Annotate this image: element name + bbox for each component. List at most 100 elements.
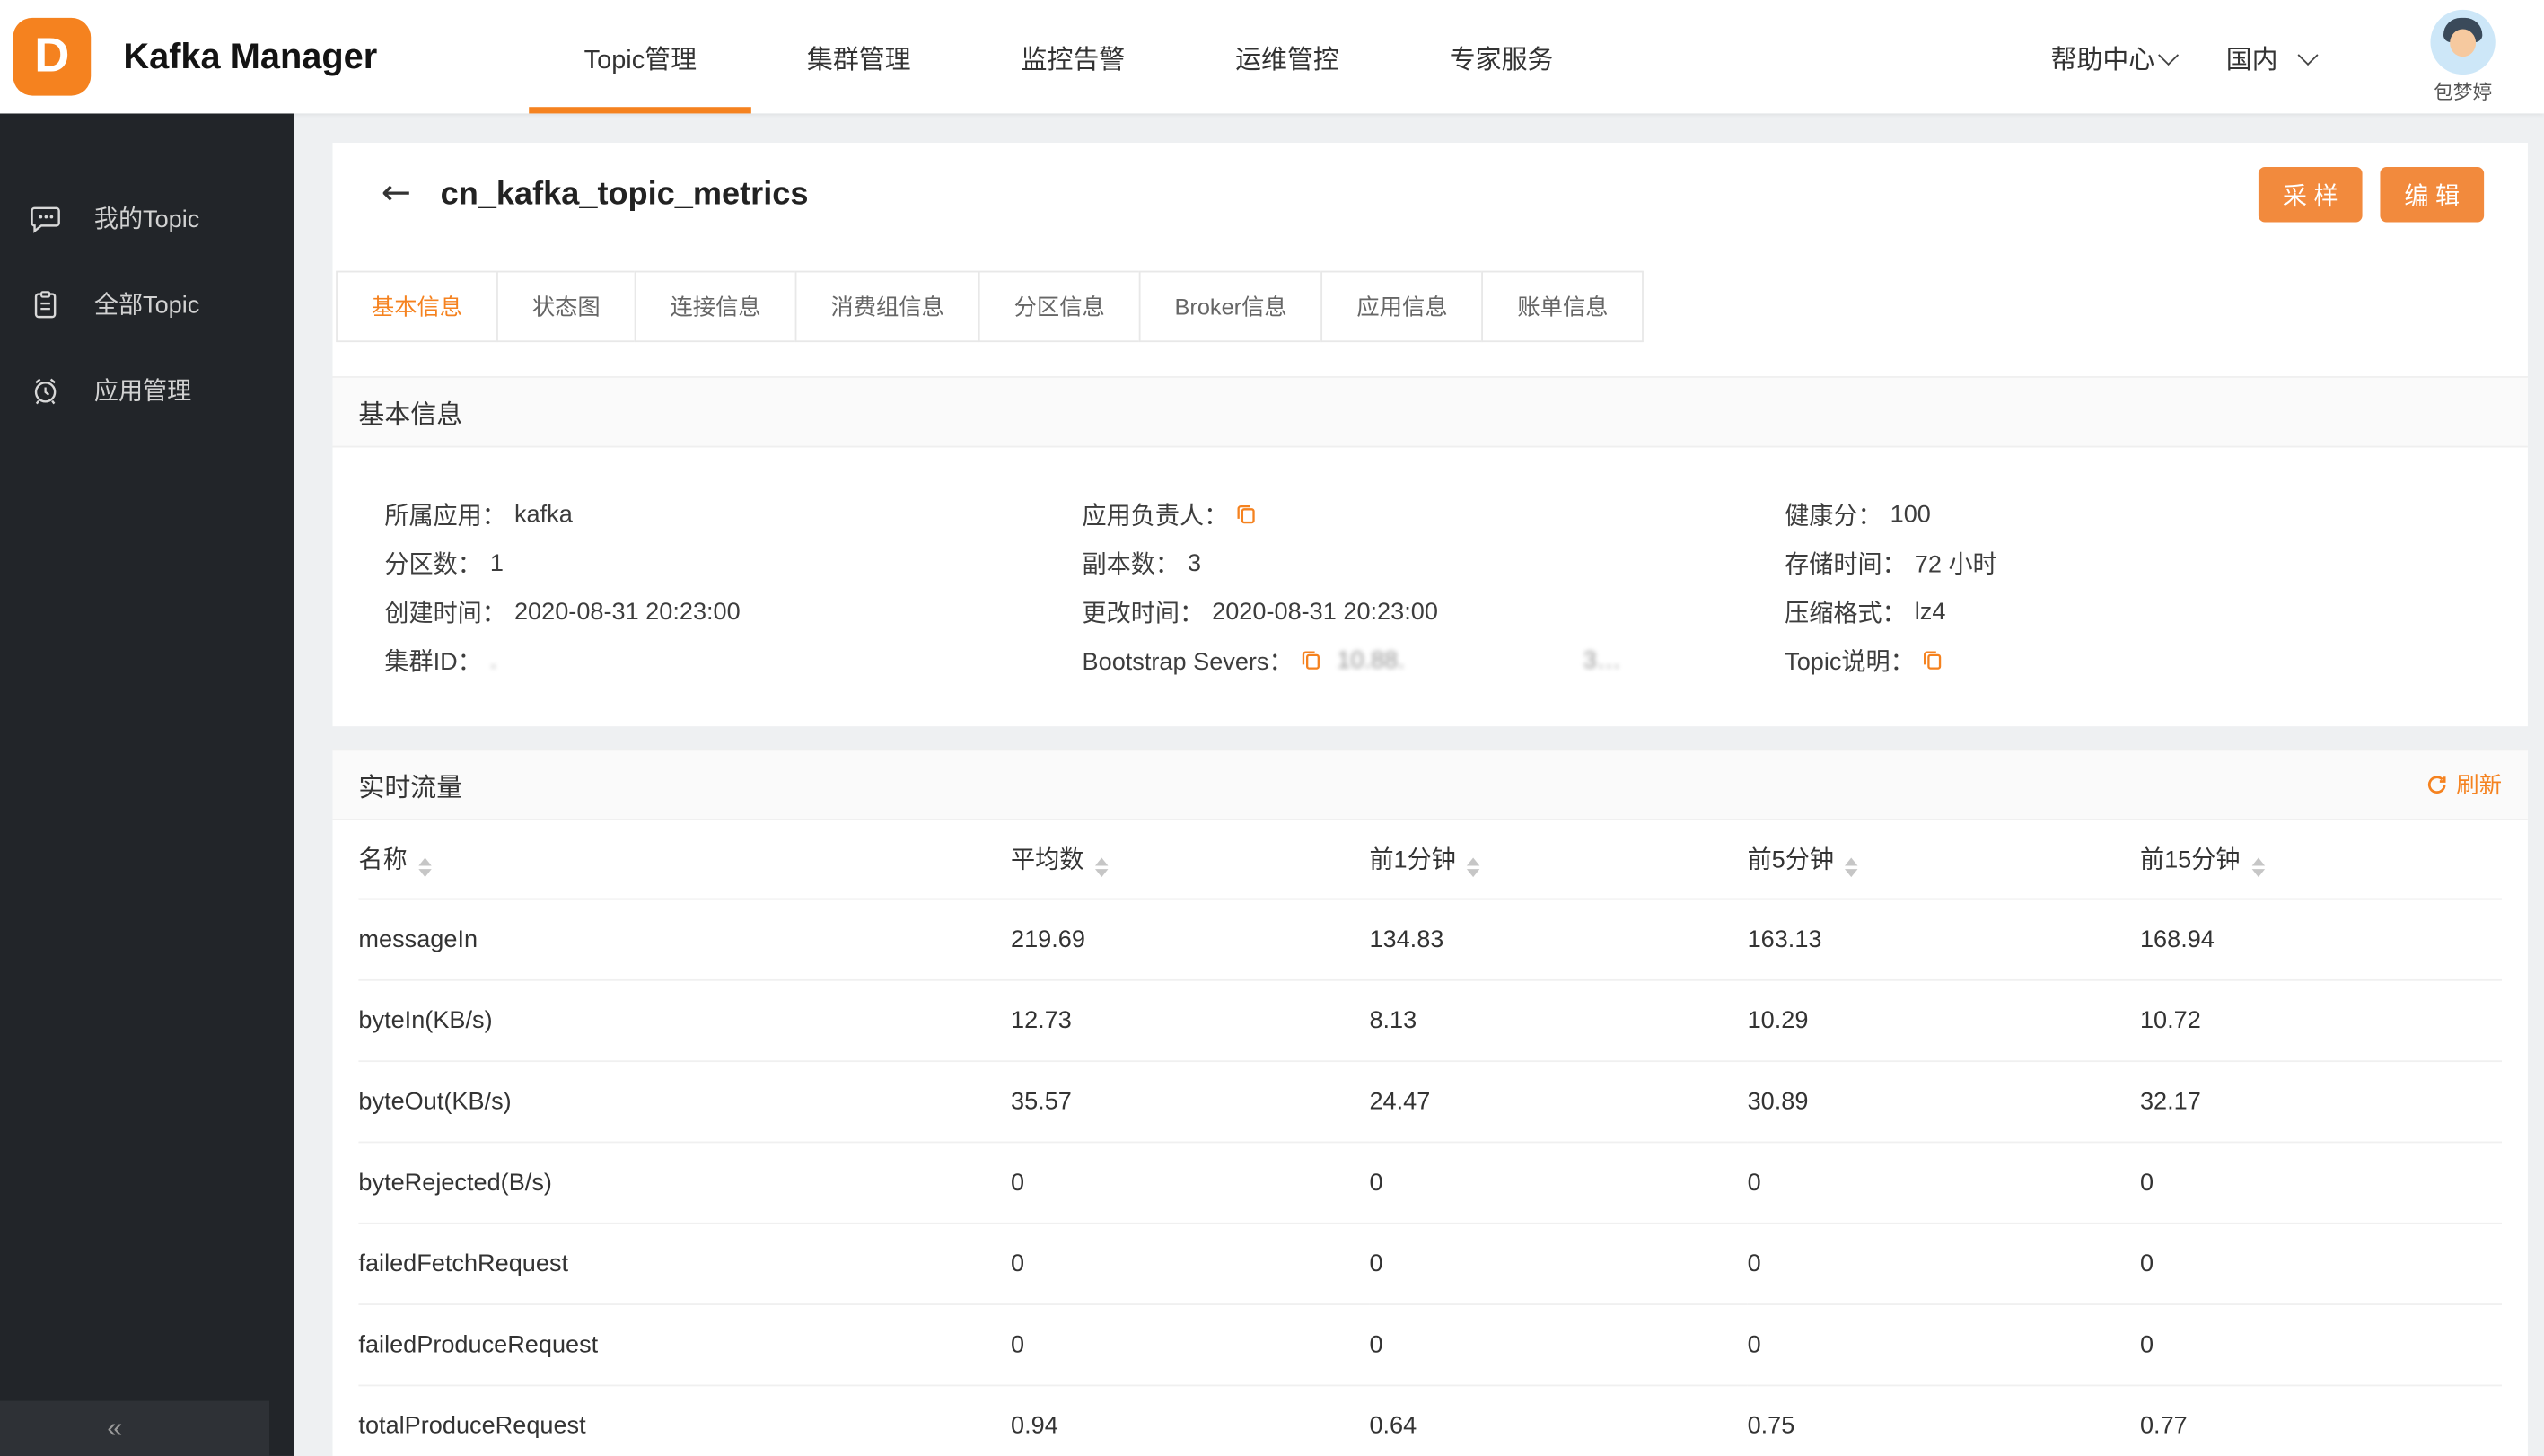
m5-cell: 163.13 bbox=[1747, 898, 2140, 980]
avg-cell: 0 bbox=[1011, 1222, 1370, 1305]
copy-icon[interactable] bbox=[1921, 648, 1943, 671]
help-center-label: 帮助中心 bbox=[2050, 47, 2155, 75]
tab-consumer-group-info[interactable]: 消费组信息 bbox=[794, 270, 980, 343]
brand-logo[interactable]: D bbox=[13, 17, 92, 96]
tab-connection-info[interactable]: 连接信息 bbox=[634, 270, 797, 343]
sort-icon bbox=[1467, 857, 1480, 877]
table-row: totalProduceRequest 0.94 0.64 0.75 0.77 bbox=[358, 1384, 2503, 1456]
avg-cell: 0.94 bbox=[1011, 1384, 1370, 1456]
table-row: byteOut(KB/s) 35.57 24.47 30.89 32.17 bbox=[358, 1060, 2503, 1143]
avg-cell: 35.57 bbox=[1011, 1060, 1370, 1143]
table-row: messageIn 219.69 134.83 163.13 168.94 bbox=[358, 898, 2503, 980]
tab-label: 消费组信息 bbox=[830, 293, 944, 320]
name-cell: byteOut(KB/s) bbox=[358, 1060, 1012, 1143]
collapse-chevrons-icon: « bbox=[107, 1412, 123, 1443]
realtime-traffic-section-header: 实时流量 刷新 bbox=[332, 749, 2528, 820]
name-cell: byteRejected(B/s) bbox=[358, 1141, 1012, 1224]
avatar[interactable] bbox=[2430, 9, 2496, 75]
table-row: failedProduceRequest 0 0 0 0 bbox=[358, 1303, 2503, 1386]
chevron-down-icon bbox=[2158, 44, 2180, 66]
tab-label: 分区信息 bbox=[1013, 293, 1105, 320]
tab-label: 连接信息 bbox=[670, 293, 761, 320]
m5-cell: 30.89 bbox=[1747, 1060, 2140, 1143]
nav-monitor-alert[interactable]: 监控告警 bbox=[966, 0, 1180, 113]
field-retention-time: 存储时间： 72 小时 bbox=[1785, 550, 1997, 578]
field-modify-time: 更改时间： 2020-08-31 20:23:00 bbox=[1082, 597, 1438, 627]
tab-label: 状态图 bbox=[531, 293, 601, 320]
sidebar-item-my-topic[interactable]: 我的Topic bbox=[0, 175, 294, 261]
sort-icon bbox=[418, 857, 432, 877]
col-header-last-5min[interactable]: 前5分钟 bbox=[1747, 820, 2140, 899]
m1-cell: 8.13 bbox=[1369, 978, 1748, 1062]
table-row: failedFetchRequest 0 0 0 0 bbox=[358, 1222, 2503, 1305]
field-compression-format: 压缩格式： lz4 bbox=[1785, 597, 1946, 627]
col-header-last-1min[interactable]: 前1分钟 bbox=[1369, 820, 1748, 899]
sort-icon bbox=[1095, 857, 1109, 877]
name-cell: totalProduceRequest bbox=[358, 1384, 1012, 1456]
tab-app-info[interactable]: 应用信息 bbox=[1320, 270, 1484, 343]
sidebar-item-label: 全部Topic bbox=[93, 292, 200, 320]
avg-cell: 0 bbox=[1011, 1303, 1370, 1386]
col-header-last-15min[interactable]: 前15分钟 bbox=[2139, 820, 2503, 899]
basic-info-section-header: 基本信息 bbox=[332, 376, 2528, 448]
sidebar-collapse-button[interactable]: « bbox=[0, 1400, 270, 1456]
section-title: 基本信息 bbox=[358, 401, 463, 430]
nav-label: Topic管理 bbox=[583, 47, 697, 75]
sidebar: 我的Topic 全部Topic 应用管理 « bbox=[0, 113, 294, 1456]
nav-topic-management[interactable]: Topic管理 bbox=[529, 0, 753, 114]
page-title-row: ← cn_kafka_topic_metrics 采 样 编 辑 bbox=[333, 143, 2528, 247]
m15-cell: 168.94 bbox=[2139, 898, 2503, 980]
back-button[interactable]: ← bbox=[382, 176, 411, 213]
field-health-score: 健康分： 100 bbox=[1785, 500, 1931, 530]
field-bootstrap-servers: Bootstrap Severs： 10.88. 3… bbox=[1082, 645, 1621, 676]
page-title: cn_kafka_topic_metrics bbox=[440, 175, 809, 212]
tab-bill-info[interactable]: 账单信息 bbox=[1481, 270, 1645, 343]
info-row: 创建时间： 2020-08-31 20:23:00 更改时间： 2020-08-… bbox=[384, 587, 2502, 636]
copy-icon[interactable] bbox=[1234, 503, 1257, 525]
copy-icon[interactable] bbox=[1300, 648, 1322, 671]
field-create-time: 创建时间： 2020-08-31 20:23:00 bbox=[384, 597, 741, 627]
app-title: Kafka Manager bbox=[123, 35, 378, 76]
tab-basic-info[interactable]: 基本信息 bbox=[336, 270, 498, 343]
help-center-menu[interactable]: 帮助中心 bbox=[2050, 0, 2180, 113]
tab-status-chart[interactable]: 状态图 bbox=[496, 270, 636, 343]
chevron-down-icon bbox=[2297, 44, 2319, 66]
m1-cell: 0 bbox=[1369, 1222, 1748, 1305]
avg-cell: 12.73 bbox=[1011, 978, 1370, 1062]
m1-cell: 0 bbox=[1369, 1141, 1748, 1224]
table-row: byteIn(KB/s) 12.73 8.13 10.29 10.72 bbox=[358, 978, 2503, 1062]
m1-cell: 0 bbox=[1369, 1303, 1748, 1386]
realtime-traffic-card: 实时流量 刷新 名称 平均数 前1分钟 前5分钟 前15分钟 messageIn… bbox=[332, 749, 2528, 1456]
field-partition-count: 分区数： 1 bbox=[384, 548, 504, 578]
info-row: 集群ID： . Bootstrap Severs： 10.88. 3… Topi… bbox=[384, 636, 2502, 684]
info-row: 分区数： 1 副本数： 3 存储时间： 72 小时 bbox=[384, 539, 2502, 587]
nav-ops-control[interactable]: 运维管控 bbox=[1180, 0, 1395, 113]
name-cell: byteIn(KB/s) bbox=[358, 978, 1012, 1062]
tab-label: 账单信息 bbox=[1517, 293, 1609, 320]
sidebar-item-app-management[interactable]: 应用管理 bbox=[0, 347, 294, 434]
field-app-owner: 应用负责人： bbox=[1083, 497, 1785, 531]
sidebar-item-all-topic[interactable]: 全部Topic bbox=[0, 261, 294, 347]
field-owning-app: 所属应用： kafka bbox=[384, 500, 573, 530]
region-menu[interactable]: 国内 bbox=[2226, 0, 2319, 113]
sample-button[interactable]: 采 样 bbox=[2258, 167, 2363, 223]
tab-partition-info[interactable]: 分区信息 bbox=[978, 270, 1141, 343]
tab-broker-info[interactable]: Broker信息 bbox=[1138, 270, 1323, 343]
field-cluster-id: 集群ID： . bbox=[384, 645, 497, 676]
nav-expert-service[interactable]: 专家服务 bbox=[1394, 0, 1609, 113]
name-cell: failedProduceRequest bbox=[358, 1303, 1012, 1386]
tab-label: 应用信息 bbox=[1356, 293, 1448, 320]
primary-nav: Topic管理 集群管理 监控告警 运维管控 专家服务 bbox=[529, 0, 1609, 114]
m15-cell: 0 bbox=[2139, 1303, 2503, 1386]
refresh-button[interactable]: 刷新 bbox=[2426, 768, 2502, 801]
sidebar-item-label: 我的Topic bbox=[93, 206, 200, 234]
nav-label: 监控告警 bbox=[1021, 47, 1126, 75]
info-row: 所属应用： kafka 应用负责人： 健康分： 100 bbox=[384, 489, 2502, 538]
col-header-name[interactable]: 名称 bbox=[358, 820, 1012, 899]
m15-cell: 0 bbox=[2139, 1141, 2503, 1224]
avg-cell: 219.69 bbox=[1011, 898, 1370, 980]
edit-button[interactable]: 编 辑 bbox=[2380, 167, 2485, 223]
topic-detail-card: ← cn_kafka_topic_metrics 采 样 编 辑 基本信息 状态… bbox=[332, 142, 2528, 727]
nav-cluster-management[interactable]: 集群管理 bbox=[751, 0, 966, 113]
col-header-average[interactable]: 平均数 bbox=[1011, 820, 1370, 899]
